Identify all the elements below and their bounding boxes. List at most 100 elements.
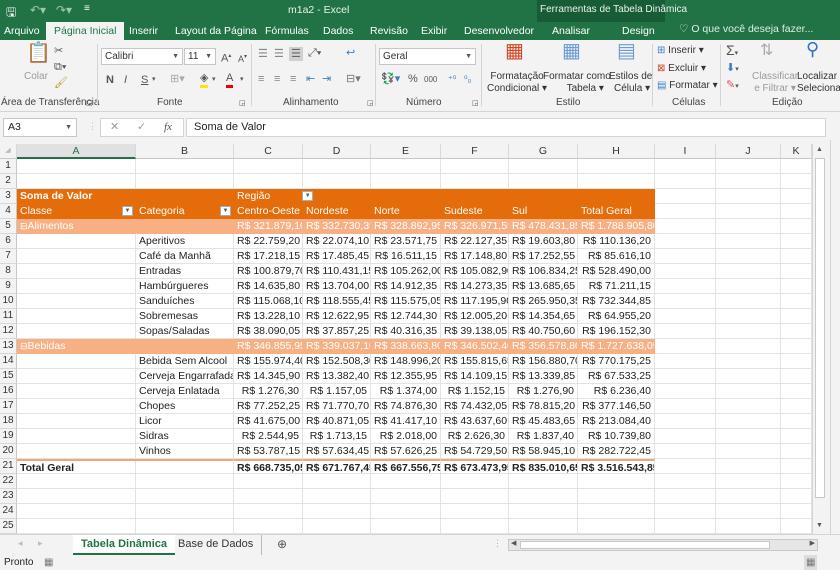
cell[interactable] (136, 159, 234, 174)
find-icon[interactable]: ⚲ (806, 40, 819, 58)
value-cell[interactable]: R$ 17.218,15 (234, 249, 303, 264)
font-color-icon[interactable]: A (226, 71, 234, 88)
cell[interactable] (716, 504, 781, 519)
value-cell[interactable]: R$ 14.635,80 (234, 279, 303, 294)
cell[interactable] (716, 414, 781, 429)
cell[interactable] (655, 504, 716, 519)
cell[interactable] (716, 444, 781, 459)
tab-dados[interactable]: Dados (323, 22, 353, 40)
paste-icon[interactable]: 📋 (26, 43, 51, 63)
cell[interactable] (17, 324, 136, 339)
tab-revisao[interactable]: Revisão (370, 22, 408, 40)
cell[interactable] (234, 519, 303, 534)
value-cell[interactable]: R$ 377.146,50 (578, 399, 655, 414)
value-cell[interactable]: R$ 14.354,65 (509, 309, 578, 324)
cell-styles-button[interactable]: Estilos de Célula ▾ (609, 71, 652, 95)
group-subtotal[interactable]: R$ 356.578,80 (509, 339, 578, 354)
horizontal-scrollbar[interactable]: ◀ ▶ (508, 539, 818, 551)
scroll-thumb[interactable] (815, 158, 825, 498)
scroll-up-icon[interactable]: ▲ (816, 146, 823, 153)
cell[interactable] (234, 504, 303, 519)
cell[interactable] (371, 159, 441, 174)
select-all-corner[interactable]: ◢ (0, 144, 17, 159)
cell[interactable] (17, 279, 136, 294)
group-subtotal[interactable]: R$ 346.502,40 (441, 339, 509, 354)
column-header-f[interactable]: F (441, 144, 509, 159)
value-cell[interactable]: R$ 115.068,10 (234, 294, 303, 309)
spreadsheet-grid[interactable]: ◢ A B C D E F G H I J K 1 2 3 4 5 6 7 8 9 10 11 12 13 14 15 16 17 18 1… (0, 144, 812, 534)
grand-total-value[interactable]: R$ 668.735,05 (234, 459, 303, 474)
align-top-icon[interactable]: ☰ (258, 47, 268, 61)
row-header-8[interactable]: 8 (0, 264, 17, 279)
cell[interactable] (716, 249, 781, 264)
collapse-icon[interactable]: ⊟ (20, 221, 28, 231)
category-label[interactable]: Entradas (136, 264, 234, 279)
increase-indent-icon[interactable]: ⇥ (322, 72, 331, 86)
value-cell[interactable]: R$ 1.276,30 (234, 384, 303, 399)
scroll-right-icon[interactable]: ▶ (810, 539, 815, 547)
orientation-icon[interactable]: ⤢▾ (308, 46, 321, 60)
percent-button[interactable]: % (408, 72, 418, 86)
row-header-25[interactable]: 25 (0, 519, 17, 534)
cell[interactable] (655, 384, 716, 399)
region-header[interactable]: Sudeste (441, 204, 509, 219)
value-cell[interactable]: R$ 45.483,65 (509, 414, 578, 429)
italic-button[interactable]: I (124, 73, 127, 87)
cell[interactable] (655, 459, 716, 474)
value-cell[interactable]: R$ 12.005,20 (441, 309, 509, 324)
value-cell[interactable]: R$ 100.879,70 (234, 264, 303, 279)
category-label[interactable]: Café da Manhã (136, 249, 234, 264)
cell[interactable] (655, 429, 716, 444)
value-cell[interactable]: R$ 64.955,20 (578, 309, 655, 324)
row-header-11[interactable]: 11 (0, 309, 17, 324)
cell[interactable] (17, 384, 136, 399)
cell[interactable] (136, 174, 234, 189)
tab-design[interactable]: Design (622, 22, 655, 40)
value-cell[interactable]: R$ 13.228,10 (234, 309, 303, 324)
value-cell[interactable]: R$ 2.018,00 (371, 429, 441, 444)
cell[interactable] (781, 324, 812, 339)
cell[interactable] (136, 474, 234, 489)
cell[interactable] (655, 369, 716, 384)
column-header-b[interactable]: B (136, 144, 234, 159)
region-header[interactable]: Norte (371, 204, 441, 219)
value-cell[interactable]: R$ 117.195,90 (441, 294, 509, 309)
group-subtotal[interactable]: R$ 1.727.638,05 (578, 339, 655, 354)
cell[interactable] (655, 219, 716, 234)
cell[interactable] (578, 474, 655, 489)
align-middle-icon[interactable]: ☰ (274, 47, 284, 61)
category-label[interactable]: Aperitivos (136, 234, 234, 249)
categoria-filter-button[interactable]: ▼ (220, 206, 231, 216)
sort-filter-icon[interactable]: ⇅ (760, 43, 773, 59)
cell[interactable] (234, 159, 303, 174)
cell[interactable] (781, 174, 812, 189)
row-header-12[interactable]: 12 (0, 324, 17, 339)
cell[interactable] (781, 384, 812, 399)
align-right-icon[interactable]: ≡ (290, 72, 296, 86)
cell[interactable] (17, 294, 136, 309)
cell[interactable] (781, 249, 812, 264)
value-cell[interactable]: R$ 152.508,30 (303, 354, 371, 369)
decrease-font-icon[interactable]: A▾ (238, 50, 247, 66)
cell[interactable] (781, 309, 812, 324)
font-color-dropdown-icon[interactable]: ▾ (240, 73, 244, 87)
value-cell[interactable]: R$ 40.316,35 (371, 324, 441, 339)
region-header[interactable]: Sul (509, 204, 578, 219)
row-header-23[interactable]: 23 (0, 489, 17, 504)
cell[interactable] (441, 159, 509, 174)
value-cell[interactable]: R$ 110.136,20 (578, 234, 655, 249)
row-header-19[interactable]: 19 (0, 429, 17, 444)
grand-total-value[interactable]: R$ 835.010,65 (509, 459, 578, 474)
tab-analisar[interactable]: Analisar (552, 22, 590, 40)
cell[interactable] (509, 504, 578, 519)
region-header[interactable]: Nordeste (303, 204, 371, 219)
cell[interactable] (781, 429, 812, 444)
cell[interactable] (655, 354, 716, 369)
value-cell[interactable]: R$ 282.722,45 (578, 444, 655, 459)
wrap-text-icon[interactable]: ↩ (346, 46, 355, 60)
cell[interactable] (441, 174, 509, 189)
cell[interactable] (655, 324, 716, 339)
conditional-formatting-button[interactable]: Formatação Condicional ▾ (487, 71, 547, 95)
cell[interactable] (371, 174, 441, 189)
tab-desenvolvedor[interactable]: Desenvolvedor (464, 22, 534, 40)
